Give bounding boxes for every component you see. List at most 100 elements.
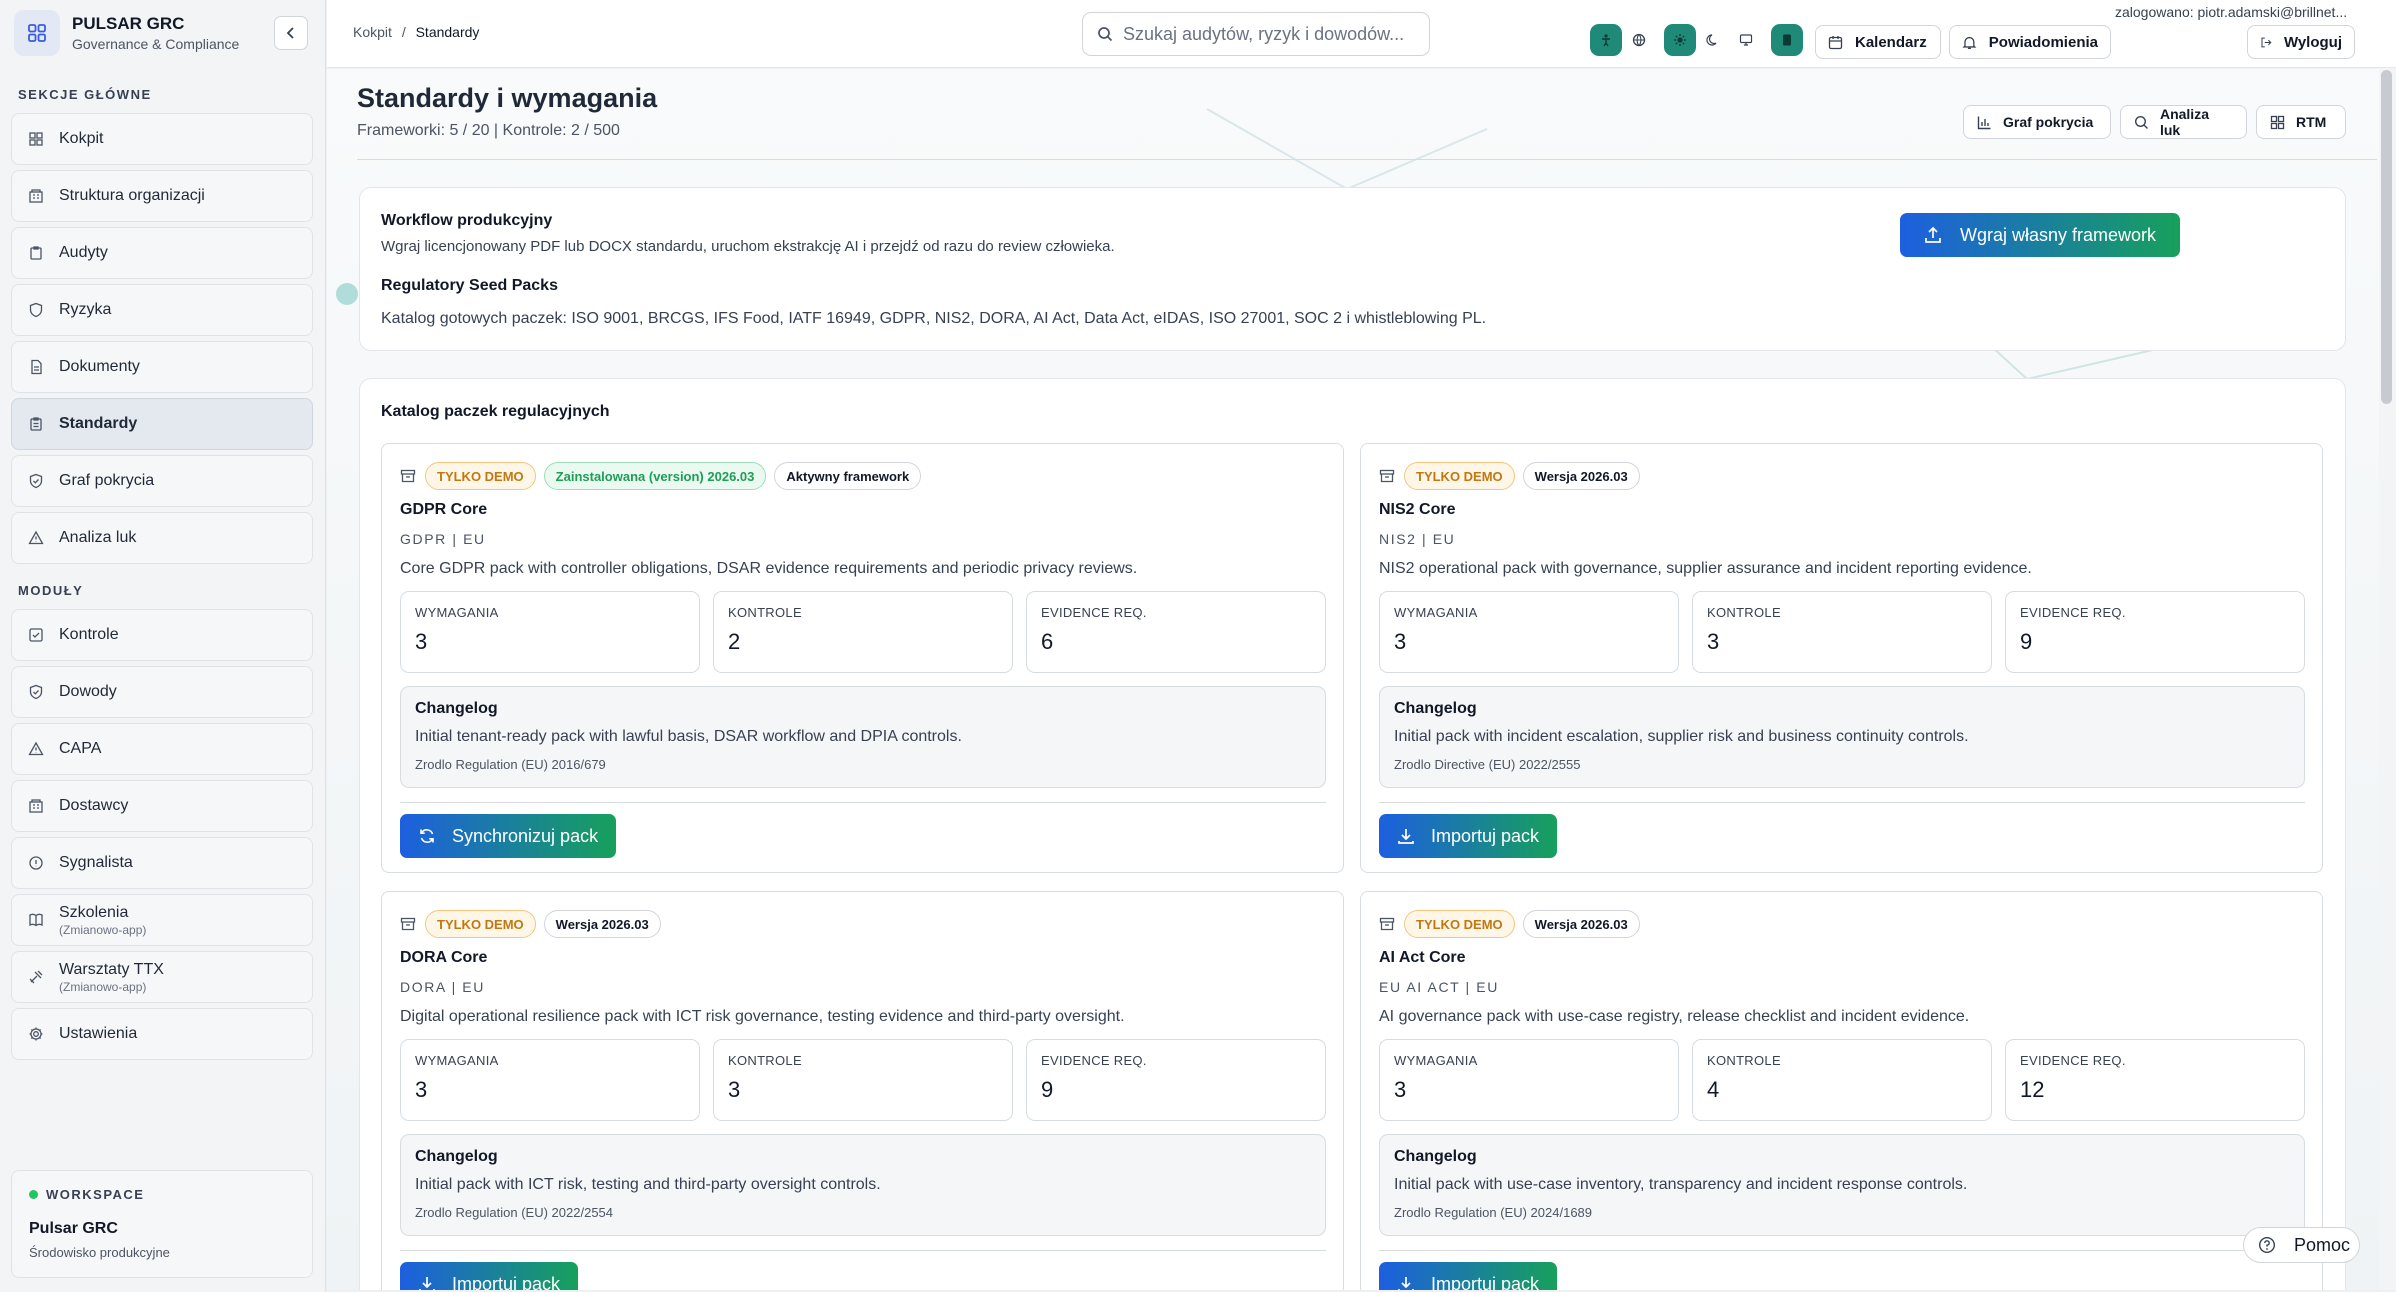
calendar-button[interactable]: Kalendarz xyxy=(1815,25,1941,59)
pack-badge: Wersja 2026.03 xyxy=(1522,462,1640,490)
sidebar-item-label: Szkolenia xyxy=(59,903,129,921)
stat-label: KONTROLE xyxy=(728,605,802,620)
workflow-description: Wgraj licencjonowany PDF lub DOCX standa… xyxy=(381,238,1115,255)
workspace-card[interactable]: WORKSPACE Pulsar GRC Środowisko produkcy… xyxy=(11,1170,313,1278)
pack-description: NIS2 operational pack with governance, s… xyxy=(1379,560,2032,577)
download-icon xyxy=(1398,829,1414,844)
help-circle-icon xyxy=(2258,1236,2276,1254)
rtm-button[interactable]: RTM xyxy=(2256,105,2346,139)
pack-name: GDPR Core xyxy=(400,501,488,518)
pack-action-label: Synchronizuj pack xyxy=(452,825,599,846)
accessibility-icon[interactable] xyxy=(1590,24,1622,56)
sidebar-item-text: Kontrole xyxy=(59,626,119,644)
sidebar-item-ryzyka[interactable]: Ryzyka xyxy=(11,284,313,336)
stat-value: 3 xyxy=(415,1077,428,1102)
page-meta: Frameworki: 5 / 20 | Kontrole: 2 / 500 xyxy=(357,122,620,139)
sidebar-item-sygnalista[interactable]: Sygnalista xyxy=(11,837,313,889)
sidebar-item-audyty[interactable]: Audyty xyxy=(11,227,313,279)
sidebar-item-icon xyxy=(28,359,48,375)
stat-label: KONTROLE xyxy=(1707,605,1781,620)
stat-label: WYMAGANIA xyxy=(415,1053,499,1068)
upload-framework-button[interactable]: Wgraj własny framework xyxy=(1900,213,2180,257)
brand[interactable]: PULSAR GRC Governance & Compliance xyxy=(14,10,239,56)
sidebar-item-szkolenia[interactable]: Szkolenia (Zmianowo-app) xyxy=(11,894,313,946)
pack-badges: TYLKO DEMO Wersja 2026.03 xyxy=(400,910,661,938)
changelog-title: Changelog xyxy=(1394,700,1477,717)
book-icon xyxy=(29,913,43,927)
sidebar-item-label: Struktura organizacji xyxy=(59,187,205,204)
sidebar-item-kokpit[interactable]: Kokpit xyxy=(11,113,313,165)
page-title: Standardy i wymagania xyxy=(357,83,658,113)
sidebar-item-warsztaty-ttx[interactable]: Warsztaty TTX (Zmianowo-app) xyxy=(11,951,313,1003)
breadcrumb: Kokpit / Standardy xyxy=(353,24,479,40)
import-pack-button[interactable]: Importuj pack xyxy=(1379,1262,1558,1290)
stat-evidence: EVIDENCE REQ. 9 xyxy=(2005,591,2305,673)
changelog-title: Changelog xyxy=(1394,1148,1477,1165)
sidebar-item-icon xyxy=(28,798,48,814)
sync-pack-button[interactable]: Synchronizuj pack xyxy=(400,814,617,858)
pack-badges: TYLKO DEMO Wersja 2026.03 xyxy=(1379,462,1640,490)
pack-action-label: Importuj pack xyxy=(452,1273,561,1291)
app-name: PULSAR GRC xyxy=(72,14,185,33)
archive-icon xyxy=(400,469,416,483)
download-icon xyxy=(1398,1277,1414,1290)
status-dot xyxy=(29,1190,38,1199)
coverage-graph-button[interactable]: Graf pokrycia xyxy=(1963,105,2111,139)
sidebar-item-label: Ustawienia xyxy=(59,1025,138,1042)
stat-controls: KONTROLE 2 xyxy=(713,591,1013,673)
notifications-button[interactable]: Powiadomienia xyxy=(1949,25,2111,59)
stat-evidence: EVIDENCE REQ. 6 xyxy=(1026,591,1326,673)
rtm-label: RTM xyxy=(2296,114,2327,130)
calendar-icon xyxy=(1828,35,1843,49)
import-pack-button[interactable]: Importuj pack xyxy=(400,1262,579,1291)
topbar: Kokpit / Standardy Szukaj audytów, ryzyk… xyxy=(327,0,2396,68)
building-icon xyxy=(29,189,43,203)
search-input[interactable]: Szukaj audytów, ryzyk i dowodów... xyxy=(1082,12,1430,56)
moon-icon[interactable] xyxy=(1697,24,1729,56)
pack-description: Digital operational resilience pack with… xyxy=(400,1008,1125,1025)
pack-badge: TYLKO DEMO xyxy=(425,910,536,938)
pack-badges: TYLKO DEMO Wersja 2026.03 xyxy=(1379,910,1640,938)
gear-icon xyxy=(29,1027,43,1041)
pack-description: Core GDPR pack with controller obligatio… xyxy=(400,560,1138,577)
download-icon xyxy=(419,1277,435,1290)
sidebar-item-text: Ustawienia xyxy=(59,1025,137,1043)
logout-button[interactable]: Wyloguj xyxy=(2247,25,2355,59)
sidebar-item-kontrole[interactable]: Kontrole xyxy=(11,609,313,661)
changelog-box: Changelog Initial pack with use-case inve… xyxy=(1379,1134,2305,1236)
sidebar-item-label: Dokumenty xyxy=(59,358,140,375)
sidebar-item-analiza-luk[interactable]: Analiza luk xyxy=(11,512,313,564)
breadcrumb-root[interactable]: Kokpit xyxy=(353,24,392,40)
stat-value: 3 xyxy=(728,1077,741,1102)
workspace-label: WORKSPACE xyxy=(29,1187,295,1202)
sidebar-item-capa[interactable]: CAPA xyxy=(11,723,313,775)
breadcrumb-separator: / xyxy=(401,24,406,40)
sidebar-item-dokumenty[interactable]: Dokumenty xyxy=(11,341,313,393)
archive-icon xyxy=(400,917,416,931)
scrollbar-thumb[interactable] xyxy=(2381,70,2392,404)
sidebar-item-struktura-organizacji[interactable]: Struktura organizacji xyxy=(11,170,313,222)
sidebar-item-standardy[interactable]: Standardy xyxy=(11,398,313,450)
sidebar-item-dostawcy[interactable]: Dostawcy xyxy=(11,780,313,832)
sidebar-item-text: Graf pokrycia xyxy=(59,472,154,490)
sidebar-item-graf-pokrycia[interactable]: Graf pokrycia xyxy=(11,455,313,507)
gap-analysis-button[interactable]: Analiza luk xyxy=(2120,105,2247,139)
warning-icon xyxy=(28,741,44,756)
pack-code: DORA | EU xyxy=(400,979,485,995)
collapse-sidebar-button[interactable] xyxy=(274,16,308,50)
stat-value: 3 xyxy=(415,629,428,654)
tablet-icon[interactable] xyxy=(1771,24,1803,56)
sidebar-item-text: Sygnalista xyxy=(59,854,133,872)
sidebar-item-dowody[interactable]: Dowody xyxy=(11,666,313,718)
sun-icon[interactable] xyxy=(1664,24,1696,56)
help-button[interactable]: Pomoc xyxy=(2243,1227,2360,1263)
monitor-icon[interactable] xyxy=(1730,24,1762,56)
pack-badge: Wersja 2026.03 xyxy=(543,910,661,938)
import-pack-button[interactable]: Importuj pack xyxy=(1379,814,1558,858)
sidebar-item-ustawienia[interactable]: Ustawienia xyxy=(11,1008,313,1060)
globe-icon[interactable] xyxy=(1623,24,1655,56)
pack-action-label: Importuj pack xyxy=(1431,825,1540,846)
sidebar-item-text: Audyty xyxy=(59,244,108,262)
building-icon xyxy=(29,799,43,813)
stat-label: EVIDENCE REQ. xyxy=(2020,605,2126,620)
